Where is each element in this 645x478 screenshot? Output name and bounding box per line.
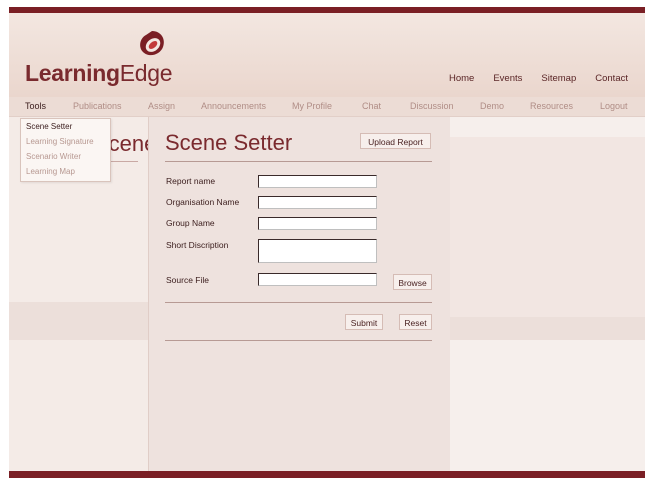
nav-assign[interactable]: Assign <box>148 101 175 111</box>
red-swirl-icon <box>140 31 164 56</box>
nav-tools[interactable]: Tools <box>25 101 46 111</box>
report-name-input[interactable] <box>258 175 377 188</box>
source-file-label: Source File <box>166 275 209 285</box>
nav-announcements[interactable]: Announcements <box>201 101 266 111</box>
form-title: Scene Setter <box>165 130 293 155</box>
source-file-input[interactable] <box>258 273 377 286</box>
short-description-label: Short Discription <box>166 240 229 250</box>
page-frame: LearningEdge Home Events Sitemap Contact… <box>9 7 645 478</box>
brand-logo[interactable]: LearningEdge <box>25 60 173 87</box>
top-links: Home Events Sitemap Contact <box>449 73 645 84</box>
organisation-name-label: Organisation Name <box>166 197 240 207</box>
nav-chat[interactable]: Chat <box>362 101 381 111</box>
divider <box>165 302 432 303</box>
group-name-input[interactable] <box>258 217 377 230</box>
tools-dropdown-menu: Scene Setter Learning Signature Scenario… <box>20 118 111 182</box>
submit-button[interactable]: Submit <box>345 314 383 330</box>
top-link-home[interactable]: Home <box>449 73 474 84</box>
bottom-accent-bar <box>9 471 645 478</box>
menu-item-scene-setter[interactable]: Scene Setter <box>21 119 110 134</box>
divider <box>165 161 432 162</box>
top-link-sitemap[interactable]: Sitemap <box>541 73 576 84</box>
reset-button[interactable]: Reset <box>399 314 432 330</box>
divider <box>165 340 432 341</box>
nav-resources[interactable]: Resources <box>530 101 573 111</box>
nav-publications[interactable]: Publications <box>73 101 122 111</box>
group-name-label: Group Name <box>166 218 215 228</box>
short-description-textarea[interactable] <box>258 239 377 263</box>
menu-item-learning-map[interactable]: Learning Map <box>21 164 110 179</box>
nav-logout[interactable]: Logout <box>600 101 628 111</box>
header: LearningEdge Home Events Sitemap Contact <box>9 13 645 97</box>
organisation-name-input[interactable] <box>258 196 377 209</box>
browse-button[interactable]: Browse <box>393 274 432 290</box>
nav-my-profile[interactable]: My Profile <box>292 101 332 111</box>
nav-discussion[interactable]: Discussion <box>410 101 454 111</box>
upload-report-button[interactable]: Upload Report <box>360 133 431 149</box>
scene-setter-form: Scene Setter Upload Report Report name O… <box>148 117 450 471</box>
background-shade <box>449 137 645 317</box>
menu-item-learning-signature[interactable]: Learning Signature <box>21 134 110 149</box>
report-name-label: Report name <box>166 176 216 186</box>
top-link-contact[interactable]: Contact <box>595 73 628 84</box>
main-nav: Tools Publications Assign Announcements … <box>9 97 645 117</box>
top-link-events[interactable]: Events <box>493 73 522 84</box>
menu-item-scenario-writer[interactable]: Scenario Writer <box>21 149 110 164</box>
nav-demo[interactable]: Demo <box>480 101 504 111</box>
